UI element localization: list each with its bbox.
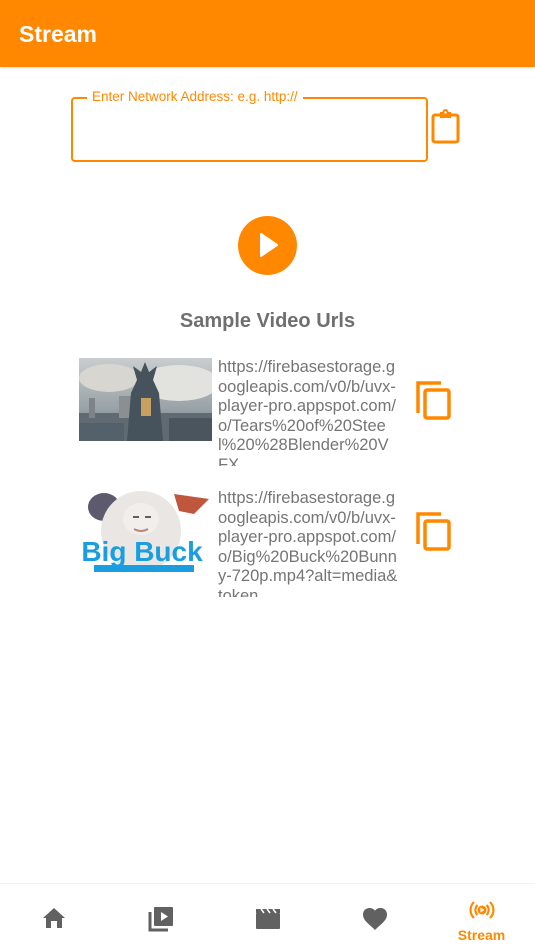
play-icon [260,233,278,257]
network-address-field[interactable]: Enter Network Address: e.g. http:// [71,89,428,162]
copy-icon [416,381,451,420]
copy-button[interactable] [415,511,455,553]
network-address-input[interactable] [83,117,413,153]
nav-item-movies[interactable] [214,884,321,952]
video-library-icon [148,907,173,932]
thumbnail-title-text: Big Buck [81,536,203,567]
home-icon [42,908,65,928]
nav-item-stream[interactable]: Stream [428,884,535,952]
movie-clapper-icon [255,908,280,929]
copy-button[interactable] [415,380,455,422]
nav-item-favorites[interactable] [321,884,428,952]
clipboard-icon [431,109,460,144]
copy-icon [416,512,451,551]
heart-icon [362,908,387,930]
play-button[interactable] [238,216,297,275]
nav-item-videos[interactable] [107,884,214,952]
sample-item: Big Buck https://firebasestorage.googlea… [79,489,469,599]
page-title: Stream [19,21,97,47]
network-address-label: Enter Network Address: e.g. http:// [87,89,303,104]
nav-item-home[interactable] [0,884,107,952]
sample-url-text: https://firebasestorage.googleapis.com/v… [218,489,398,597]
nav-label-stream: Stream [457,927,506,943]
paste-button[interactable] [429,108,463,144]
section-title: Sample Video Urls [179,310,356,332]
sample-item: https://firebasestorage.googleapis.com/v… [79,358,469,468]
stream-icon [469,901,494,919]
sample-url-text: https://firebasestorage.googleapis.com/v… [218,358,396,466]
tears-of-steel-thumbnail[interactable] [79,358,212,441]
bottom-navigation: Stream [0,883,535,951]
app-bar: Stream [0,0,535,67]
big-buck-bunny-thumbnail[interactable]: Big Buck [79,489,212,572]
